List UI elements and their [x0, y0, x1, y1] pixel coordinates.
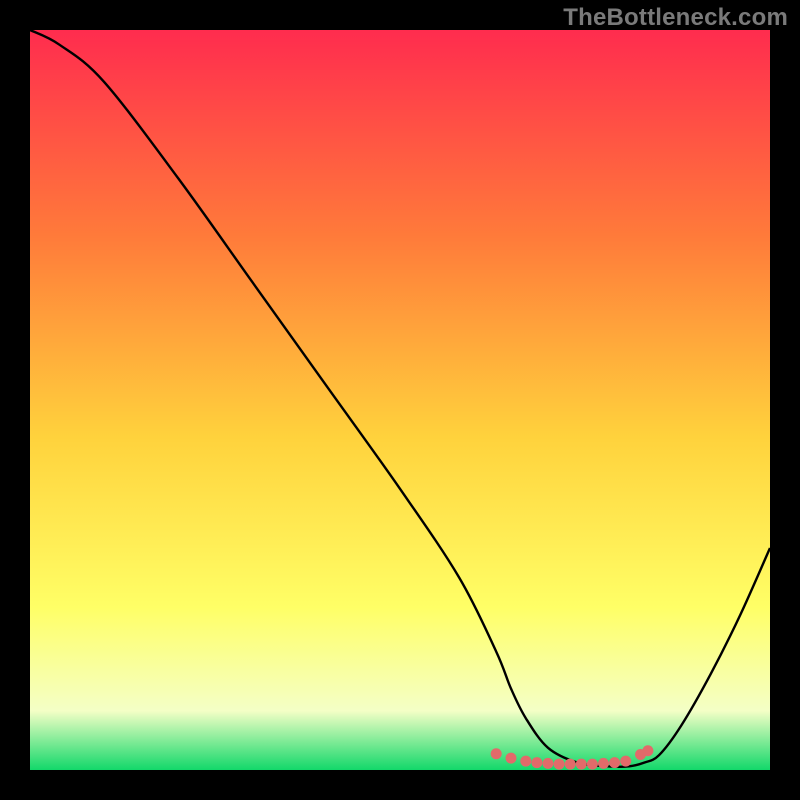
optimal-dot — [642, 745, 653, 756]
chart-svg — [30, 30, 770, 770]
optimal-dot — [520, 756, 531, 767]
optimal-dot — [609, 757, 620, 768]
optimal-dot — [565, 759, 576, 770]
watermark-text: TheBottleneck.com — [563, 4, 788, 32]
optimal-dot — [506, 753, 517, 764]
optimal-dot — [576, 759, 587, 770]
optimal-dot — [554, 759, 565, 770]
chart-frame: TheBottleneck.com — [0, 0, 800, 800]
optimal-dot — [620, 756, 631, 767]
optimal-dot — [531, 757, 542, 768]
optimal-dot — [543, 758, 554, 769]
optimal-dot — [598, 758, 609, 769]
plot-area — [30, 30, 770, 770]
gradient-background — [30, 30, 770, 770]
optimal-dot — [491, 748, 502, 759]
optimal-dot — [587, 759, 598, 770]
